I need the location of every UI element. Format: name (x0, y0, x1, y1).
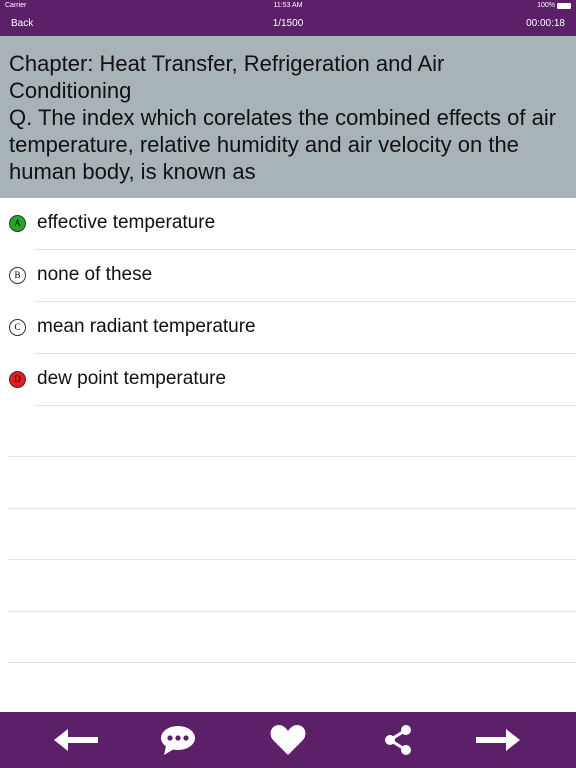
option-b[interactable]: B none of these (0, 250, 576, 302)
arrow-left-icon (54, 729, 98, 751)
empty-row-divider (8, 456, 576, 457)
share-icon (385, 725, 411, 755)
empty-row-divider (8, 508, 576, 509)
nav-bar: Back 1/1500 00:00:18 (0, 12, 576, 36)
option-c-badge: C (9, 319, 26, 336)
status-bar: Carrier 11:53 AM 100% (0, 0, 576, 12)
empty-row-divider (8, 559, 576, 560)
option-a-badge: A (9, 215, 26, 232)
status-time: 11:53 AM (273, 2, 303, 9)
comments-button[interactable] (156, 722, 200, 758)
battery-indicator: 100% (537, 2, 571, 9)
option-b-label: none of these (37, 264, 153, 285)
option-d-badge: D (9, 371, 26, 388)
previous-button[interactable] (54, 722, 98, 758)
favorite-button[interactable] (266, 722, 310, 758)
arrow-right-icon (476, 729, 520, 751)
elapsed-timer: 00:00:18 (526, 18, 565, 29)
option-a[interactable]: A effective temperature (0, 198, 576, 250)
next-button[interactable] (476, 722, 520, 758)
share-button[interactable] (376, 722, 420, 758)
divider (34, 405, 576, 406)
question-text: Q. The index which corelates the combine… (9, 105, 557, 184)
empty-row-divider (8, 611, 576, 612)
chat-icon (161, 726, 195, 755)
options-list: A effective temperature B none of these … (0, 198, 576, 406)
chapter-title: Chapter: Heat Transfer, Refrigeration an… (9, 51, 445, 103)
option-d[interactable]: D dew point temperature (0, 354, 576, 406)
battery-percent: 100% (537, 2, 555, 9)
option-c[interactable]: C mean radiant temperature (0, 302, 576, 354)
question-panel: Chapter: Heat Transfer, Refrigeration an… (0, 36, 576, 198)
option-d-label: dew point temperature (37, 368, 227, 389)
option-c-label: mean radiant temperature (37, 316, 256, 337)
battery-icon (557, 2, 571, 9)
option-a-label: effective temperature (37, 212, 216, 233)
heart-icon (270, 725, 306, 755)
option-b-badge: B (9, 267, 26, 284)
question-counter: 1/1500 (272, 18, 304, 29)
bottom-toolbar (0, 712, 576, 768)
empty-row-divider (8, 662, 576, 663)
